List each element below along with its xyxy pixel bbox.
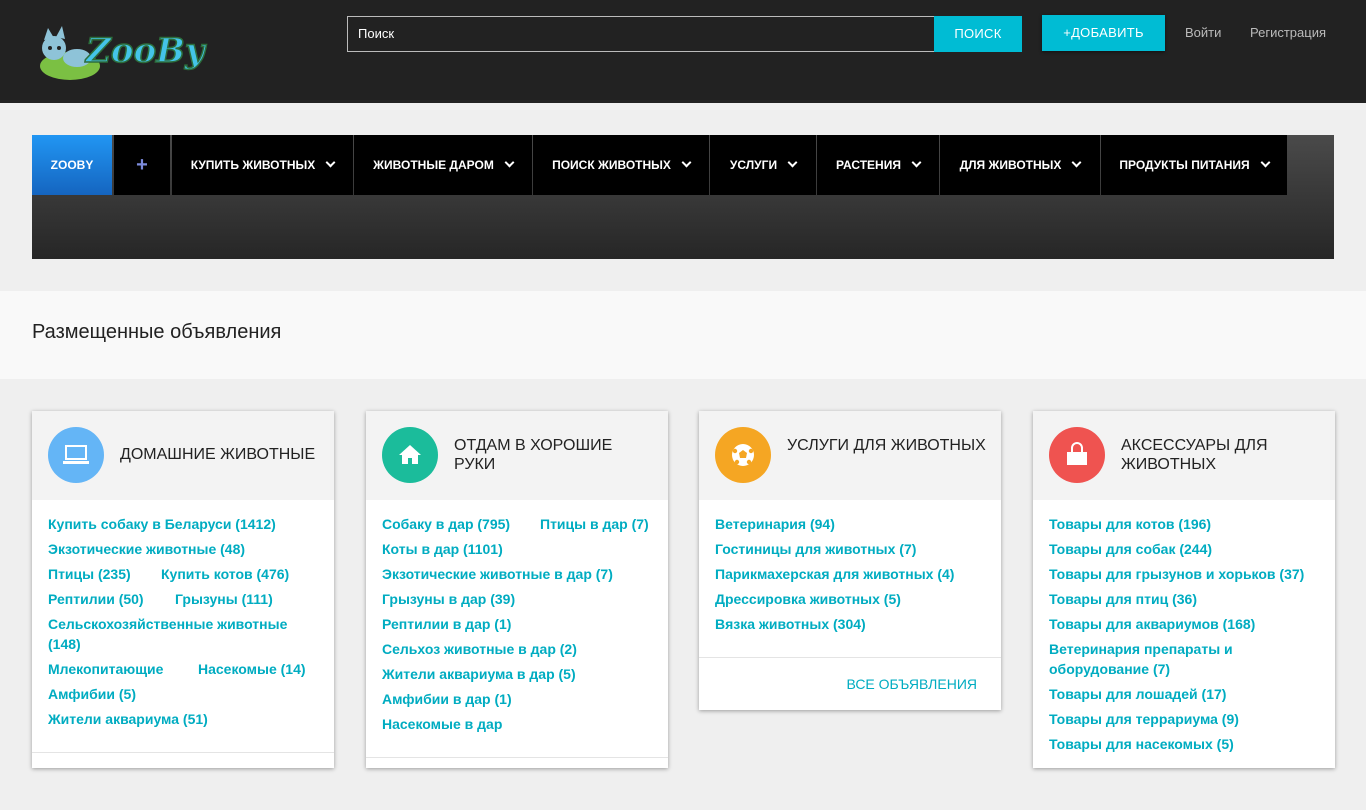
category-link[interactable]: Товары для лошадей (17) bbox=[1049, 684, 1226, 704]
category-link[interactable]: Жители аквариума в дар (5) bbox=[382, 664, 576, 684]
card-title: АКСЕССУАРЫ ДЛЯ ЖИВОТНЫХ bbox=[1121, 437, 1268, 473]
card-title: ДОМАШНИЕ ЖИВОТНЫЕ bbox=[120, 446, 316, 463]
category-link[interactable]: Собаку в дар (795) bbox=[382, 514, 510, 534]
card-title: ОТДАМ В ХОРОШИЕ РУКИ bbox=[454, 437, 613, 473]
category-link[interactable]: Товары для террариума (9) bbox=[1049, 709, 1239, 729]
card-title: УСЛУГИ ДЛЯ ЖИВОТНЫХ bbox=[787, 437, 986, 454]
nav-add-icon[interactable]: + bbox=[114, 135, 170, 195]
category-link[interactable]: Купить котов (476) bbox=[161, 564, 289, 584]
chevron-down-icon bbox=[1260, 157, 1271, 168]
category-link[interactable]: Парикмахерская для животных (4) bbox=[715, 564, 954, 584]
add-listing-button[interactable]: +ДОБАВИТЬ bbox=[1042, 15, 1165, 51]
category-link[interactable]: Товары для аквариумов (168) bbox=[1049, 614, 1255, 634]
chevron-down-icon bbox=[504, 157, 515, 168]
chevron-down-icon bbox=[1071, 157, 1082, 168]
nav-label: ПРОДУКТЫ ПИТАНИЯ bbox=[1119, 158, 1250, 172]
card-header: УСЛУГИ ДЛЯ ЖИВОТНЫХ bbox=[699, 411, 1001, 500]
category-card-free: ОТДАМ В ХОРОШИЕ РУКИ Собаку в дар (795) … bbox=[366, 411, 668, 768]
nav-buy-animals[interactable]: КУПИТЬ ЖИВОТНЫХ bbox=[172, 135, 353, 195]
nav-label: РАСТЕНИЯ bbox=[836, 158, 901, 172]
category-link[interactable]: Вязка животных (304) bbox=[715, 614, 866, 634]
category-link[interactable]: Товары для птиц (36) bbox=[1049, 589, 1197, 609]
category-link[interactable]: Экзотические животные (48) bbox=[48, 539, 245, 559]
register-link[interactable]: Регистрация bbox=[1250, 25, 1326, 40]
category-link[interactable]: Жители аквариума (51) bbox=[48, 709, 208, 729]
category-link[interactable]: Товары для котов (196) bbox=[1049, 514, 1211, 534]
link-list: Собаку в дар (795) Птицы в дар (7) Коты … bbox=[366, 500, 668, 732]
site-logo[interactable]: ZooBy bbox=[32, 20, 232, 86]
category-link[interactable]: Товары для грызунов и хорьков (37) bbox=[1049, 564, 1304, 584]
all-listings-link[interactable]: ВСЕ ОБЪЯВЛЕНИЯ bbox=[846, 676, 977, 692]
category-link[interactable]: Грызуны в дар (39) bbox=[382, 589, 515, 609]
category-link[interactable]: Сельскохозяйственные животные (148) bbox=[48, 614, 308, 654]
category-link[interactable]: Экзотические животные в дар (7) bbox=[382, 564, 613, 584]
category-link[interactable]: Сельхоз животные в дар (2) bbox=[382, 639, 577, 659]
nav-plants[interactable]: РАСТЕНИЯ bbox=[817, 135, 939, 195]
login-link[interactable]: Войти bbox=[1185, 25, 1221, 40]
category-link[interactable]: Амфибии в дар (1) bbox=[382, 689, 512, 709]
laptop-icon bbox=[48, 427, 104, 483]
category-link[interactable]: Ветеринария (94) bbox=[715, 514, 835, 534]
category-link[interactable]: Насекомые в дар bbox=[382, 714, 502, 734]
soccer-ball-icon bbox=[715, 427, 771, 483]
card-header: АКСЕССУАРЫ ДЛЯ ЖИВОТНЫХ bbox=[1033, 411, 1335, 500]
category-link[interactable]: Рептилии в дар (1) bbox=[382, 614, 511, 634]
nav-label: ПОИСК ЖИВОТНЫХ bbox=[552, 158, 671, 172]
nav-services[interactable]: УСЛУГИ bbox=[710, 135, 816, 195]
svg-text:ZooBy: ZooBy bbox=[84, 31, 207, 71]
card-footer bbox=[366, 757, 668, 810]
nav-label: ДЛЯ ЖИВОТНЫХ bbox=[959, 158, 1062, 172]
category-link[interactable]: Товары для насекомых (5) bbox=[1049, 734, 1234, 754]
search-input[interactable]: Поиск bbox=[347, 16, 943, 52]
category-link[interactable]: Рептилии (50) bbox=[48, 589, 144, 609]
category-link[interactable]: Птицы (235) bbox=[48, 564, 131, 584]
link-list: Товары для котов (196) Товары для собак … bbox=[1033, 500, 1335, 752]
header: ZooBy Поиск ПОИСК +ДОБАВИТЬ Войти Регист… bbox=[0, 0, 1366, 103]
card-header: ОТДАМ В ХОРОШИЕ РУКИ bbox=[366, 411, 668, 500]
nav-for-animals[interactable]: ДЛЯ ЖИВОТНЫХ bbox=[940, 135, 1100, 195]
category-card-services: УСЛУГИ ДЛЯ ЖИВОТНЫХ Ветеринария (94) Гос… bbox=[699, 411, 1001, 710]
nav-search-animals[interactable]: ПОИСК ЖИВОТНЫХ bbox=[533, 135, 709, 195]
category-link[interactable]: Ветеринария препараты и оборудование (7) bbox=[1049, 639, 1259, 679]
category-link[interactable]: Млекопитающие bbox=[48, 659, 163, 679]
category-link[interactable]: Гостиницы для животных (7) bbox=[715, 539, 916, 559]
search-button[interactable]: ПОИСК bbox=[934, 16, 1022, 52]
category-link[interactable]: Купить собаку в Беларуси (1412) bbox=[48, 514, 276, 534]
category-link[interactable]: Товары для собак (244) bbox=[1049, 539, 1212, 559]
page-title: Размещенные объявления bbox=[32, 321, 282, 343]
nav-label: КУПИТЬ ЖИВОТНЫХ bbox=[190, 158, 316, 172]
main-nav: ZOOBY + КУПИТЬ ЖИВОТНЫХ ЖИВОТНЫЕ ДАРОМ П… bbox=[32, 135, 1334, 259]
shopping-bag-icon bbox=[1049, 427, 1105, 483]
nav-brand[interactable]: ZOOBY bbox=[32, 135, 112, 195]
category-card-accessories: АКСЕССУАРЫ ДЛЯ ЖИВОТНЫХ Товары для котов… bbox=[1033, 411, 1335, 768]
link-list: Купить собаку в Беларуси (1412) Экзотиче… bbox=[32, 500, 334, 727]
nav-label: УСЛУГИ bbox=[729, 158, 778, 172]
link-list: Ветеринария (94) Гостиницы для животных … bbox=[699, 500, 1001, 632]
nav-label: ЖИВОТНЫЕ ДАРОМ bbox=[373, 158, 494, 172]
chevron-down-icon bbox=[681, 157, 692, 168]
chevron-down-icon bbox=[325, 157, 336, 168]
category-link[interactable]: Грызуны (111) bbox=[175, 589, 273, 609]
category-link[interactable]: Насекомые (14) bbox=[198, 659, 306, 679]
category-link[interactable]: Птицы в дар (7) bbox=[540, 514, 649, 534]
category-card-pets: ДОМАШНИЕ ЖИВОТНЫЕ Купить собаку в Белару… bbox=[32, 411, 334, 768]
nav-food[interactable]: ПРОДУКТЫ ПИТАНИЯ bbox=[1101, 135, 1287, 195]
category-link[interactable]: Коты в дар (1101) bbox=[382, 539, 503, 559]
card-footer: ВСЕ ОБЪЯВЛЕНИЯ bbox=[699, 657, 1001, 710]
chevron-down-icon bbox=[911, 157, 922, 168]
nav-free-animals[interactable]: ЖИВОТНЫЕ ДАРОМ bbox=[354, 135, 532, 195]
page-banner: Размещенные объявления bbox=[0, 291, 1366, 379]
chevron-down-icon bbox=[787, 157, 798, 168]
card-header: ДОМАШНИЕ ЖИВОТНЫЕ bbox=[32, 411, 334, 500]
card-footer bbox=[32, 752, 334, 805]
home-icon bbox=[382, 427, 438, 483]
category-link[interactable]: Амфибии (5) bbox=[48, 684, 136, 704]
category-link[interactable]: Дрессировка животных (5) bbox=[715, 589, 901, 609]
